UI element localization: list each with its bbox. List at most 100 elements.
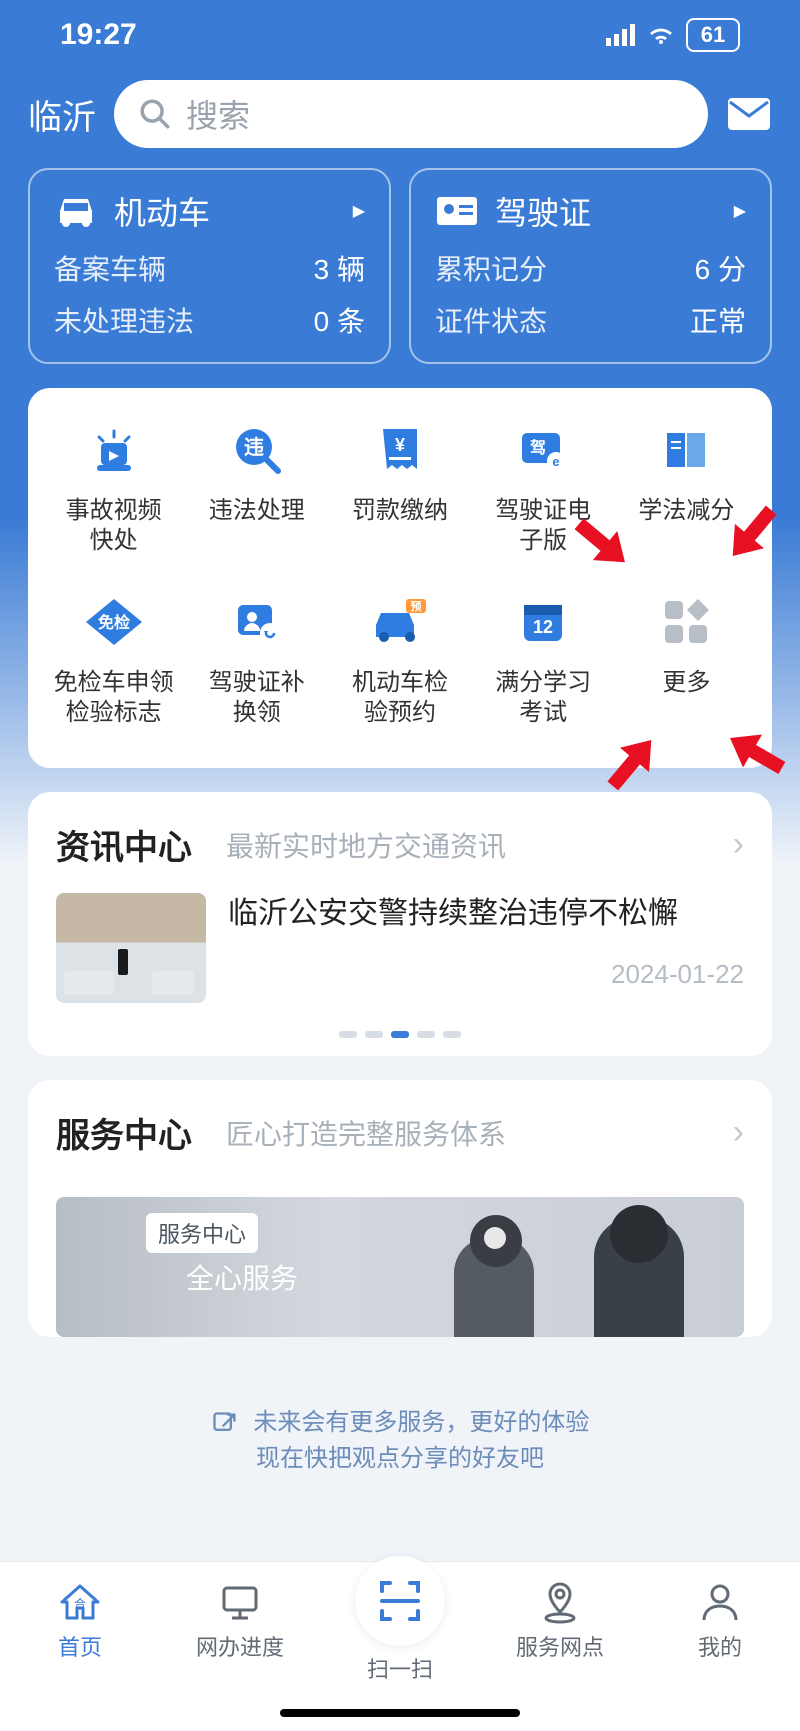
service-banner[interactable]: 服务中心 全心服务 (56, 1197, 744, 1337)
book-icon (659, 423, 713, 477)
tab-label: 网办进度 (196, 1630, 284, 1662)
news-section: 资讯中心 最新实时地方交通资讯 › 临沂公安交警持续整治违停不松懈 2024-0… (28, 792, 772, 1056)
license-row2-label: 证件状态 (435, 300, 547, 340)
scan-icon (374, 1575, 426, 1627)
person-icon (698, 1580, 742, 1624)
license-row2-value: 正常 (690, 300, 746, 340)
monitor-icon (218, 1580, 262, 1624)
service-inspection-appoint[interactable]: 预 机动车检验预约 (328, 590, 471, 728)
signal-icon (606, 24, 636, 46)
status-time: 19:27 (60, 18, 137, 52)
tab-home[interactable]: 合 首页 (20, 1580, 140, 1662)
tab-mine[interactable]: 我的 (660, 1580, 780, 1662)
tab-label: 扫一扫 (367, 1652, 433, 1684)
svg-text:e: e (553, 454, 560, 469)
service-label: 驾驶证补换领 (209, 668, 305, 728)
vehicle-row2-value: 0 条 (314, 300, 365, 340)
violation-icon: 违 (230, 423, 284, 477)
person-refresh-icon (230, 595, 284, 649)
search-icon (138, 97, 172, 131)
service-fine-payment[interactable]: ¥ 罚款缴纳 (328, 418, 471, 556)
tab-locations[interactable]: 服务网点 (500, 1580, 620, 1662)
top-bar: 临沂 搜索 (0, 70, 800, 168)
service-accident-video[interactable]: 事故视频快处 (42, 418, 185, 556)
service-center-section: 服务中心 匠心打造完整服务体系 › 服务中心 全心服务 (28, 1080, 772, 1337)
exempt-badge-icon: 免检 (82, 595, 146, 649)
service-license-replace[interactable]: 驾驶证补换领 (185, 590, 328, 728)
news-title: 资讯中心 (56, 820, 192, 869)
share-icon (211, 1410, 239, 1438)
svg-text:预: 预 (410, 599, 421, 613)
news-item[interactable]: 临沂公安交警持续整治违停不松懈 2024-01-22 (28, 889, 772, 1031)
service-label: 机动车检验预约 (352, 668, 448, 728)
service-label: 免检车申领检验标志 (54, 668, 174, 728)
chevron-right-icon: ▶ (734, 201, 746, 221)
news-date: 2024-01-22 (611, 959, 744, 990)
city-selector[interactable]: 临沂 (28, 90, 96, 139)
annotation-arrow-icon (594, 724, 671, 802)
vehicle-row2-label: 未处理违法 (54, 300, 194, 340)
service-label: 违法处理 (209, 496, 305, 556)
car-icon (54, 193, 98, 229)
svg-text:驾: 驾 (529, 439, 546, 457)
carousel-dots[interactable] (28, 1031, 772, 1056)
tab-label: 我的 (698, 1630, 742, 1662)
service-inspection-exempt[interactable]: 免检 免检车申领检验标志 (42, 590, 185, 728)
home-indicator (280, 1709, 520, 1717)
footer-teaser: 未来会有更多服务，更好的体验 现在快把观点分享的好友吧 (0, 1361, 800, 1477)
tab-label: 服务网点 (516, 1630, 604, 1662)
license-row1-value: 6 分 (695, 248, 746, 288)
search-input[interactable]: 搜索 (114, 80, 708, 148)
license-title: 驾驶证 (495, 188, 718, 234)
status-bar: 19:27 61 (0, 0, 800, 70)
elicense-icon: 驾e (516, 423, 570, 477)
service-label: 罚款缴纳 (352, 496, 448, 556)
mail-icon[interactable] (726, 96, 772, 132)
service-label: 学法减分 (638, 496, 734, 556)
license-row1-label: 累积记分 (435, 248, 547, 288)
vehicle-row1-label: 备案车辆 (54, 248, 166, 288)
car-appoint-icon: 预 (370, 595, 430, 649)
footer-line2: 现在快把观点分享的好友吧 (256, 1445, 544, 1472)
service-label: 更多 (662, 668, 710, 728)
banner-text: 全心服务 (186, 1257, 298, 1297)
footer-line1: 未来会有更多服务，更好的体验 (253, 1409, 589, 1436)
info-cards: 机动车 ▶ 备案车辆 3 辆 未处理违法 0 条 驾驶证 ▶ 累积记分 6 分 证件状… (0, 168, 800, 388)
service-label: 满分学习考试 (495, 668, 591, 728)
tab-scan[interactable]: 扫一扫 (340, 1580, 460, 1684)
service-center-title: 服务中心 (56, 1108, 192, 1157)
id-card-icon (435, 193, 479, 229)
receipt-icon: ¥ (373, 423, 427, 477)
service-full-points-study[interactable]: 12 满分学习考试 (472, 590, 615, 728)
tab-label: 首页 (58, 1630, 102, 1662)
news-thumbnail (56, 893, 206, 1003)
vehicle-row1-value: 3 辆 (314, 248, 365, 288)
tab-progress[interactable]: 网办进度 (180, 1580, 300, 1662)
service-violation[interactable]: 违 违法处理 (185, 418, 328, 556)
service-center-header[interactable]: 服务中心 匠心打造完整服务体系 › (28, 1080, 772, 1177)
svg-text:合: 合 (74, 1596, 86, 1611)
home-icon: 合 (58, 1580, 102, 1624)
license-card[interactable]: 驾驶证 ▶ 累积记分 6 分 证件状态 正常 (409, 168, 772, 364)
news-subtitle: 最新实时地方交通资讯 (226, 825, 713, 865)
search-placeholder: 搜索 (186, 91, 250, 137)
chevron-right-icon: ▶ (353, 201, 365, 221)
vehicle-card[interactable]: 机动车 ▶ 备案车辆 3 辆 未处理违法 0 条 (28, 168, 391, 364)
status-indicators: 61 (606, 18, 740, 52)
banner-tag: 服务中心 (146, 1213, 258, 1253)
siren-icon (87, 423, 141, 477)
wifi-icon (646, 24, 676, 46)
service-more[interactable]: 更多 (615, 590, 758, 728)
vehicle-title: 机动车 (114, 188, 337, 234)
service-grid: 事故视频快处 违 违法处理 ¥ 罚款缴纳 驾e 驾驶证电子版 学法减分 免检 免… (28, 388, 772, 768)
news-header[interactable]: 资讯中心 最新实时地方交通资讯 › (28, 792, 772, 889)
tab-bar: 合 首页 网办进度 扫一扫 服务网点 我的 (0, 1561, 800, 1731)
news-headline: 临沂公安交警持续整治违停不松懈 (228, 893, 744, 935)
svg-text:违: 违 (244, 436, 264, 459)
chevron-right-icon: › (733, 825, 744, 864)
svg-text:¥: ¥ (395, 435, 405, 455)
svg-text:12: 12 (533, 617, 553, 637)
chevron-right-icon: › (733, 1113, 744, 1152)
more-grid-icon (661, 597, 711, 647)
battery-icon: 61 (686, 18, 740, 52)
